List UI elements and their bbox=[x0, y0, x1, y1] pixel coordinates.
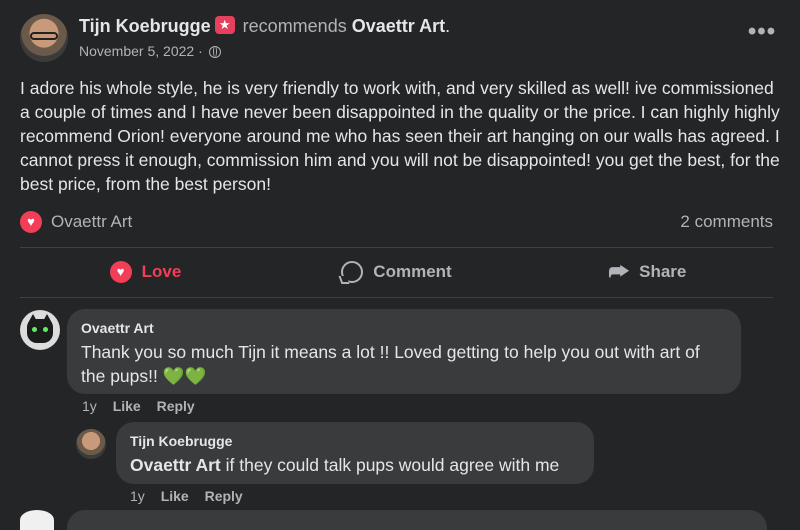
recommendation-badge-icon bbox=[214, 16, 235, 34]
reply-mention[interactable]: Ovaettr Art bbox=[130, 455, 221, 475]
comment-author[interactable]: Ovaettr Art bbox=[81, 320, 154, 336]
reply-text-body: if they could talk pups would agree with… bbox=[220, 455, 560, 475]
author-avatar[interactable] bbox=[20, 14, 68, 62]
comment-text: Thank you so much Tijn it means a lot !!… bbox=[81, 340, 727, 388]
comment-like-button[interactable]: Like bbox=[113, 398, 141, 414]
date-separator: · bbox=[194, 43, 207, 59]
divider bbox=[20, 247, 773, 248]
reply-age[interactable]: 1y bbox=[130, 488, 145, 504]
recommends-text: recommends bbox=[242, 16, 347, 36]
reply-like-button[interactable]: Like bbox=[161, 488, 189, 504]
reply-author[interactable]: Tijn Koebrugge bbox=[130, 433, 232, 449]
reply-bubble: Tijn Koebrugge Ovaettr Art if they could… bbox=[116, 422, 594, 484]
author-name[interactable]: Tijn Koebrugge bbox=[79, 16, 211, 36]
comment-button[interactable]: Comment bbox=[271, 250, 522, 294]
reaction-page-name[interactable]: Ovaettr Art bbox=[51, 212, 132, 232]
reply-author-avatar[interactable] bbox=[76, 429, 106, 459]
post-stats: ♥ Ovaettr Art 2 comments bbox=[20, 210, 773, 234]
globe-icon bbox=[208, 46, 221, 58]
green-heart-emoji: 💚💚 bbox=[162, 366, 207, 386]
post-meta: November 5, 2022 · bbox=[79, 43, 450, 59]
share-icon: ⮫ bbox=[608, 259, 630, 284]
post-date[interactable]: November 5, 2022 bbox=[79, 43, 194, 59]
love-button[interactable]: ♥ Love bbox=[20, 250, 271, 294]
love-label: Love bbox=[141, 262, 182, 281]
post-header: Tijn Koebrugge recommends Ovaettr Art. No… bbox=[20, 12, 780, 68]
divider bbox=[20, 297, 773, 298]
share-label: Share bbox=[639, 262, 687, 281]
comment-label: Comment bbox=[373, 262, 452, 281]
next-comment-bubble bbox=[67, 510, 767, 530]
comment-reply-button[interactable]: Reply bbox=[157, 398, 195, 414]
comment-icon bbox=[341, 261, 364, 283]
share-button[interactable]: ⮫ Share bbox=[522, 250, 773, 294]
comments-count[interactable]: 2 comments bbox=[680, 212, 773, 232]
more-options-icon[interactable]: ••• bbox=[744, 20, 780, 50]
love-reaction-icon: ♥ bbox=[20, 211, 42, 233]
commenter-avatar[interactable] bbox=[20, 310, 60, 350]
header-period: . bbox=[445, 16, 451, 36]
page-name-link[interactable]: Ovaettr Art bbox=[352, 16, 445, 36]
comment-bubble: Ovaettr Art Thank you so much Tijn it me… bbox=[67, 309, 741, 394]
recommendation-line: Tijn Koebrugge recommends Ovaettr Art. bbox=[79, 16, 450, 37]
reply-reply-button[interactable]: Reply bbox=[205, 488, 243, 504]
comment-age[interactable]: 1y bbox=[82, 398, 97, 414]
reply-text: Ovaettr Art if they could talk pups woul… bbox=[130, 453, 580, 477]
reply-meta: 1y Like Reply bbox=[130, 488, 255, 504]
header-text: Tijn Koebrugge recommends Ovaettr Art. No… bbox=[79, 16, 450, 59]
action-bar: ♥ Love Comment ⮫ Share bbox=[20, 250, 773, 294]
comment-meta: 1y Like Reply bbox=[82, 398, 207, 414]
heart-icon: ♥ bbox=[109, 261, 132, 283]
post-body: I adore his whole style, he is very frie… bbox=[20, 78, 780, 194]
next-comment-avatar bbox=[20, 510, 54, 530]
